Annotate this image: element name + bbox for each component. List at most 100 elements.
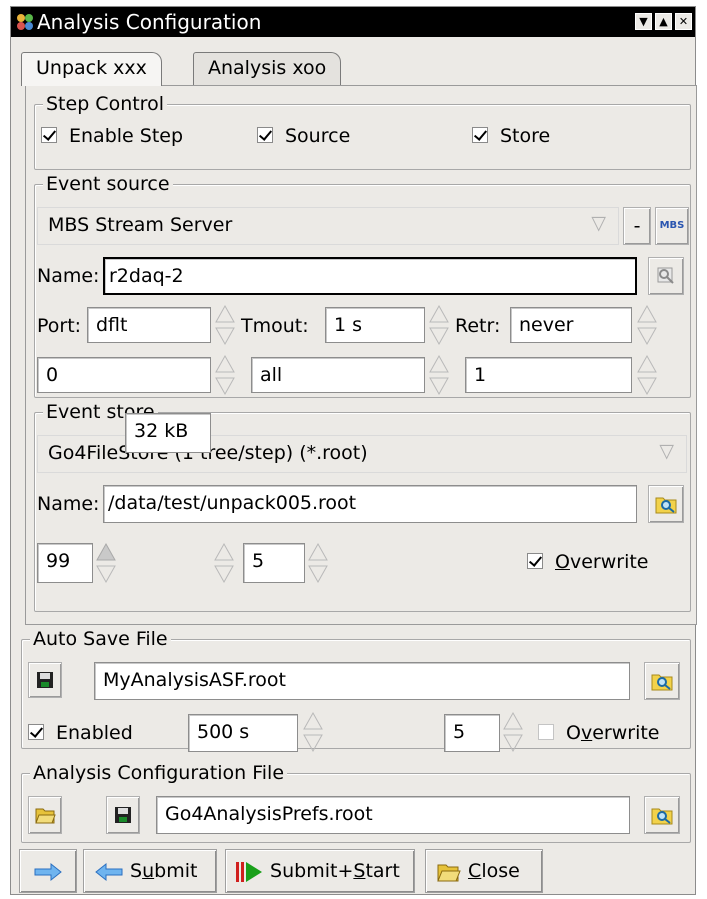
submit-start-button[interactable]: Submit+Start (225, 849, 415, 893)
enable-step-checkbox[interactable]: Enable Step (41, 125, 183, 147)
spin-up-icon[interactable] (636, 303, 658, 325)
source-param-2-spinner[interactable] (428, 353, 450, 397)
auto-save-file-input[interactable]: MyAnalysisASF.root (94, 662, 630, 700)
maximize-icon[interactable]: ▲ (655, 13, 672, 30)
spin-up-icon[interactable] (302, 710, 324, 732)
spin-up-icon[interactable] (213, 541, 235, 563)
tab-analysis[interactable]: Analysis xoo (193, 52, 342, 85)
file-search-icon[interactable] (644, 796, 680, 834)
source-checkbox[interactable]: Source (257, 125, 350, 147)
spin-up-icon[interactable] (214, 353, 236, 375)
mbs-icon[interactable]: MBS (655, 207, 689, 245)
port-input[interactable]: dflt (87, 307, 211, 343)
source-name-input[interactable]: r2daq-2 (103, 257, 637, 295)
config-file-group: Analysis Configuration File Go4AnalysisP… (21, 760, 691, 843)
port-label: Port: (37, 315, 82, 337)
auto-save-group: Auto Save File MyAnalysisASF.root Enable… (21, 626, 691, 753)
chevron-down-icon: ▽ (591, 212, 606, 234)
retr-spinner[interactable] (636, 303, 658, 347)
checkbox-box (257, 126, 273, 143)
spin-down-icon[interactable] (95, 563, 117, 585)
config-file-label: Analysis Configuration File (30, 760, 288, 786)
arrow-left-icon (95, 862, 123, 881)
tmout-input[interactable]: 1 s (325, 307, 425, 343)
checkbox-box (538, 723, 554, 740)
auto-save-interval-spinner[interactable] (302, 710, 324, 754)
spin-down-icon[interactable] (302, 732, 324, 754)
retr-label: Retr: (455, 315, 501, 337)
analysis-configuration-window: Analysis Configuration ▼ ▲ ✕ Unpack xxx … (10, 6, 697, 895)
source-param-3-input[interactable]: 1 (465, 357, 632, 393)
file-search-icon[interactable] (648, 485, 684, 523)
tab-unpack[interactable]: Unpack xxx (21, 52, 162, 86)
spin-down-icon[interactable] (636, 325, 658, 347)
play-start-icon (236, 861, 262, 882)
title-bar[interactable]: Analysis Configuration ▼ ▲ ✕ (11, 7, 695, 37)
spin-down-icon[interactable] (214, 375, 236, 397)
go4-app-icon (16, 13, 34, 31)
config-file-input[interactable]: Go4AnalysisPrefs.root (156, 796, 630, 834)
auto-save-compression-spinner[interactable] (502, 710, 524, 754)
store-overwrite-checkbox[interactable]: Overwrite (527, 551, 648, 573)
source-param-1-spinner[interactable] (214, 353, 236, 397)
spin-down-icon[interactable] (502, 732, 524, 754)
spin-down-icon[interactable] (307, 563, 329, 585)
store-checkbox[interactable]: Store (472, 125, 550, 147)
tab-panel: Step Control Enable Step Source Store Ev… (25, 85, 697, 625)
event-store-group: Event store Go4FileStore (1 tree/step) (… (34, 399, 691, 612)
store-name-input[interactable]: /data/test/unpack005.root (103, 485, 637, 523)
spin-down-icon[interactable] (213, 563, 235, 585)
auto-save-compression-input[interactable]: 5 (444, 714, 500, 752)
arrow-right-icon (34, 862, 62, 881)
spin-up-icon[interactable] (428, 353, 450, 375)
spin-up-icon[interactable] (95, 541, 117, 563)
step-control-label: Step Control (43, 91, 167, 117)
spin-down-icon[interactable] (214, 325, 236, 347)
source-param-3-spinner[interactable] (636, 353, 658, 397)
spin-up-icon[interactable] (428, 303, 450, 325)
store-param-1-spinner[interactable] (95, 541, 117, 585)
store-param-3-spinner[interactable] (307, 541, 329, 585)
source-name-label: Name: (37, 265, 100, 287)
port-spinner[interactable] (214, 303, 236, 347)
store-param-1-input[interactable]: 99 (37, 543, 93, 583)
auto-save-enabled-checkbox[interactable]: Enabled (28, 722, 133, 744)
apply-right-button[interactable] (19, 849, 77, 893)
event-source-label: Event source (43, 171, 173, 197)
tmout-spinner[interactable] (428, 303, 450, 347)
spin-down-icon[interactable] (428, 325, 450, 347)
menu-down-icon[interactable]: ▼ (635, 13, 652, 30)
close-window-icon[interactable]: ✕ (675, 13, 692, 30)
store-param-2-spinner[interactable] (213, 541, 235, 585)
chevron-down-icon: ▽ (659, 440, 674, 462)
store-name-label: Name: (37, 493, 100, 515)
checkbox-box (527, 552, 543, 569)
source-param-2-input[interactable]: all (251, 357, 425, 393)
auto-save-overwrite-checkbox[interactable]: Overwrite (538, 722, 660, 744)
open-folder-icon (437, 864, 461, 881)
open-folder-icon[interactable] (28, 796, 62, 834)
window-title: Analysis Configuration (37, 10, 262, 34)
minus-button[interactable]: - (623, 207, 651, 245)
source-param-1-input[interactable]: 0 (37, 357, 211, 393)
store-param-2-input[interactable]: 32 kB (125, 413, 211, 453)
floppy-disk-icon[interactable] (106, 796, 140, 834)
spin-up-icon[interactable] (502, 710, 524, 732)
spin-down-icon[interactable] (428, 375, 450, 397)
spin-up-icon[interactable] (214, 303, 236, 325)
submit-button[interactable]: Submit (83, 849, 217, 893)
store-param-3-input[interactable]: 5 (243, 543, 305, 583)
checkbox-box (28, 723, 44, 740)
spin-up-icon[interactable] (636, 353, 658, 375)
spin-down-icon[interactable] (636, 375, 658, 397)
file-search-icon[interactable] (648, 257, 684, 295)
spin-up-icon[interactable] (307, 541, 329, 563)
auto-save-label: Auto Save File (30, 626, 171, 652)
retr-input[interactable]: never (510, 307, 632, 343)
close-button[interactable]: Close (425, 849, 543, 893)
event-source-group: Event source MBS Stream Server ▽ - MBS N… (34, 171, 691, 398)
auto-save-interval-input[interactable]: 500 s (188, 714, 298, 752)
floppy-disk-icon[interactable] (28, 662, 62, 698)
file-search-icon[interactable] (644, 662, 680, 700)
event-source-type-select[interactable]: MBS Stream Server ▽ (37, 207, 619, 245)
